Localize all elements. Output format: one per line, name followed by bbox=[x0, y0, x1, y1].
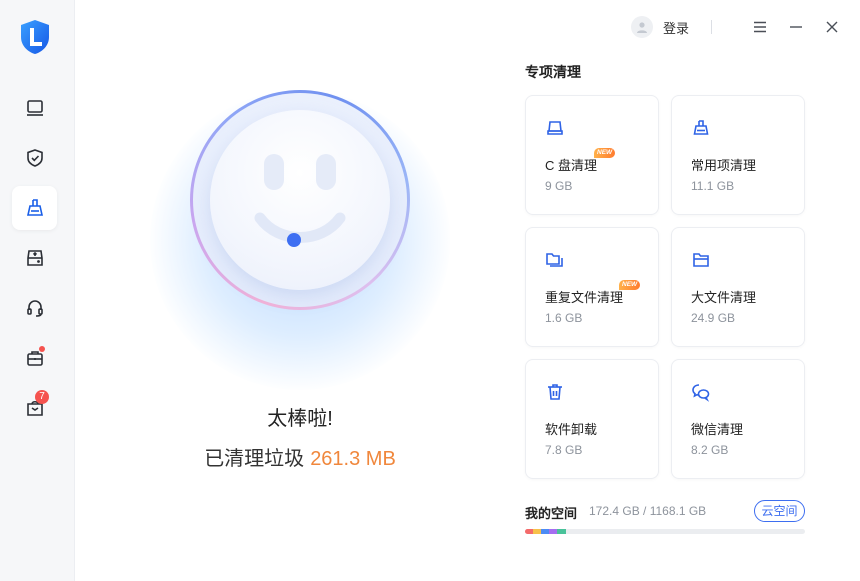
card-size: 1.6 GB bbox=[545, 311, 583, 325]
user-icon bbox=[636, 22, 647, 33]
card-wechat-clean[interactable]: 微信清理 8.2 GB bbox=[671, 359, 805, 479]
card-size: 8.2 GB bbox=[691, 443, 729, 457]
storage-value: 172.4 GB / 1168.1 GB bbox=[589, 504, 707, 518]
card-size: 11.1 GB bbox=[691, 179, 735, 193]
card-label: 常用项清理 bbox=[691, 158, 757, 173]
smiley-face-icon bbox=[210, 110, 390, 290]
sidebar: 7 bbox=[0, 0, 75, 581]
computer-icon bbox=[26, 100, 43, 116]
new-badge: NEW bbox=[619, 280, 641, 290]
headset-icon bbox=[26, 300, 43, 317]
card-label: 大文件清理 bbox=[691, 290, 757, 305]
sidebar-item-gift[interactable]: 7 bbox=[12, 386, 57, 430]
right-eye bbox=[316, 154, 336, 190]
card-software-uninstall[interactable]: 软件卸载 7.8 GB bbox=[525, 359, 659, 479]
avatar bbox=[630, 16, 653, 38]
storage-segment bbox=[525, 529, 533, 534]
card-label: 微信清理 bbox=[691, 422, 744, 437]
sidebar-item-security[interactable] bbox=[12, 136, 57, 180]
card-size: 9 GB bbox=[545, 179, 573, 193]
new-badge: NEW bbox=[594, 148, 616, 158]
sidebar-item-disk[interactable] bbox=[12, 236, 57, 280]
wechat-icon bbox=[692, 384, 710, 402]
shield-check-icon bbox=[26, 149, 43, 167]
close-icon bbox=[826, 21, 838, 33]
cleaned-value: 261.3 MB bbox=[310, 448, 396, 470]
notification-badge: 7 bbox=[35, 390, 49, 404]
storage-segment bbox=[541, 529, 549, 534]
divider bbox=[711, 20, 712, 34]
card-duplicate-files-clean[interactable]: 重复文件清理 NEW 1.6 GB bbox=[525, 227, 659, 347]
storage-segment bbox=[557, 529, 566, 534]
sidebar-item-toolbox[interactable] bbox=[12, 336, 57, 380]
sidebar-item-clean[interactable] bbox=[12, 186, 57, 230]
minimize-icon bbox=[790, 26, 802, 28]
card-label: 软件卸载 bbox=[545, 422, 598, 437]
folder-icon bbox=[693, 253, 709, 267]
clean-result-illustration bbox=[150, 70, 450, 390]
sidebar-item-computer[interactable] bbox=[12, 86, 57, 130]
card-label: 重复文件清理 bbox=[545, 290, 624, 305]
storage-segment bbox=[549, 529, 557, 534]
cloud-space-button[interactable]: 云空间 bbox=[754, 500, 805, 522]
cleaned-label: 已清理垃圾 bbox=[204, 448, 305, 470]
card-c-drive-clean[interactable]: C 盘清理 NEW 9 GB bbox=[525, 95, 659, 215]
card-label: C 盘清理 bbox=[545, 158, 598, 173]
app-logo bbox=[21, 20, 49, 54]
hard-drive-icon bbox=[26, 250, 43, 266]
card-common-clean[interactable]: 常用项清理 11.1 GB bbox=[671, 95, 805, 215]
smile bbox=[254, 212, 346, 247]
cleaned-summary: 已清理垃圾 261.3 MB bbox=[150, 442, 450, 471]
section-title: 专项清理 bbox=[525, 64, 581, 80]
card-large-files-clean[interactable]: 大文件清理 24.9 GB bbox=[671, 227, 805, 347]
storage-segment bbox=[533, 529, 541, 534]
window-topbar: 登录 bbox=[630, 14, 840, 40]
storage-progress-bar bbox=[525, 529, 805, 534]
menu-icon bbox=[754, 21, 766, 33]
left-eye bbox=[264, 154, 284, 190]
close-button[interactable] bbox=[824, 19, 840, 35]
login-label: 登录 bbox=[662, 20, 689, 36]
broom-icon bbox=[26, 199, 43, 216]
duplicate-files-icon bbox=[546, 253, 563, 267]
notification-dot bbox=[39, 346, 45, 352]
menu-button[interactable] bbox=[752, 19, 768, 35]
sidebar-item-support[interactable] bbox=[12, 286, 57, 330]
card-size: 7.8 GB bbox=[545, 443, 583, 457]
trash-icon bbox=[548, 384, 562, 400]
minimize-button[interactable] bbox=[788, 19, 804, 35]
broom-icon bbox=[693, 120, 709, 135]
result-title: 太棒啦! bbox=[267, 408, 333, 430]
drive-icon bbox=[547, 121, 563, 135]
card-size: 24.9 GB bbox=[691, 311, 736, 325]
storage-label: 我的空间 bbox=[525, 506, 578, 521]
login-button[interactable]: 登录 bbox=[630, 16, 689, 38]
